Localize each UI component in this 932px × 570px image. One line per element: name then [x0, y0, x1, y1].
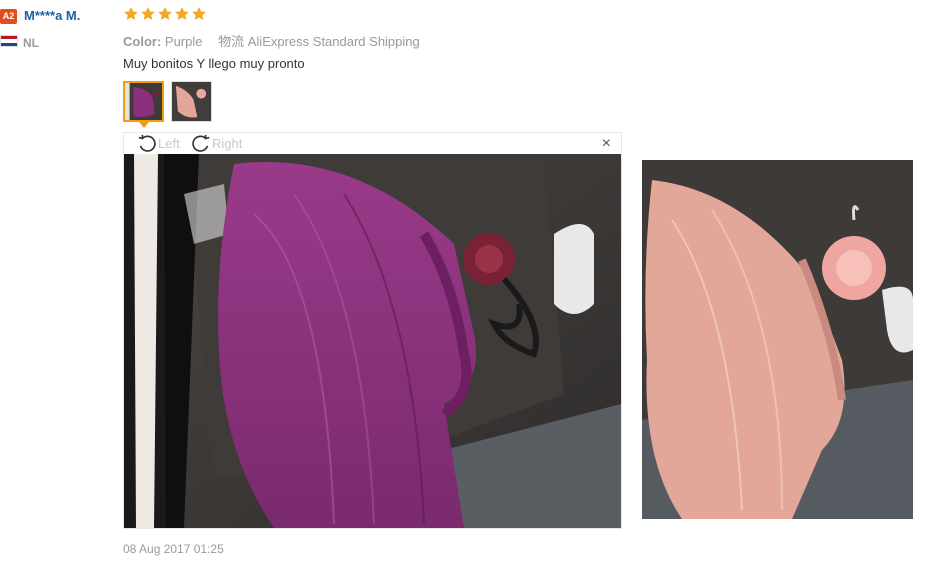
- star-icon: [141, 7, 155, 20]
- level-badge: A2: [0, 9, 17, 24]
- rotate-left-icon: [138, 134, 156, 152]
- order-attributes: Color: Purple 物流 AliExpress Standard Shi…: [123, 31, 420, 50]
- shipping-label: 物流: [218, 34, 245, 49]
- reviewer-country: NL: [23, 36, 39, 50]
- photo-thumbnail-2[interactable]: [171, 81, 212, 122]
- review-date: 08 Aug 2017 01:25: [123, 542, 224, 556]
- active-thumbnail-caret: [139, 122, 149, 128]
- rotate-left-label: Left: [158, 136, 180, 151]
- rotate-right-button[interactable]: Right: [190, 133, 242, 154]
- enlarged-review-photo: [124, 154, 621, 528]
- shipping-value: AliExpress Standard Shipping: [247, 34, 420, 49]
- netherlands-flag-icon: [0, 35, 18, 47]
- review-text: Muy bonitos Y llego muy pronto: [123, 56, 305, 71]
- rotate-right-label: Right: [212, 136, 243, 151]
- review-photo-2[interactable]: [642, 160, 913, 519]
- rotate-left-button[interactable]: Left: [136, 133, 180, 154]
- star-icon: [124, 7, 138, 20]
- color-label: Color:: [123, 34, 162, 49]
- star-rating: [123, 6, 207, 22]
- star-icon: [192, 7, 206, 20]
- reviewer-name[interactable]: M****a M.: [24, 8, 80, 23]
- color-value: Purple: [164, 34, 203, 49]
- star-icon: [175, 7, 189, 20]
- photo-thumbnail-1[interactable]: [123, 81, 164, 122]
- close-icon[interactable]: ×: [602, 135, 611, 153]
- viewer-toolbar: Left Right ×: [124, 133, 621, 154]
- star-icon: [158, 7, 172, 20]
- photo-viewer: Left Right ×: [123, 132, 622, 529]
- rotate-right-icon: [192, 134, 210, 152]
